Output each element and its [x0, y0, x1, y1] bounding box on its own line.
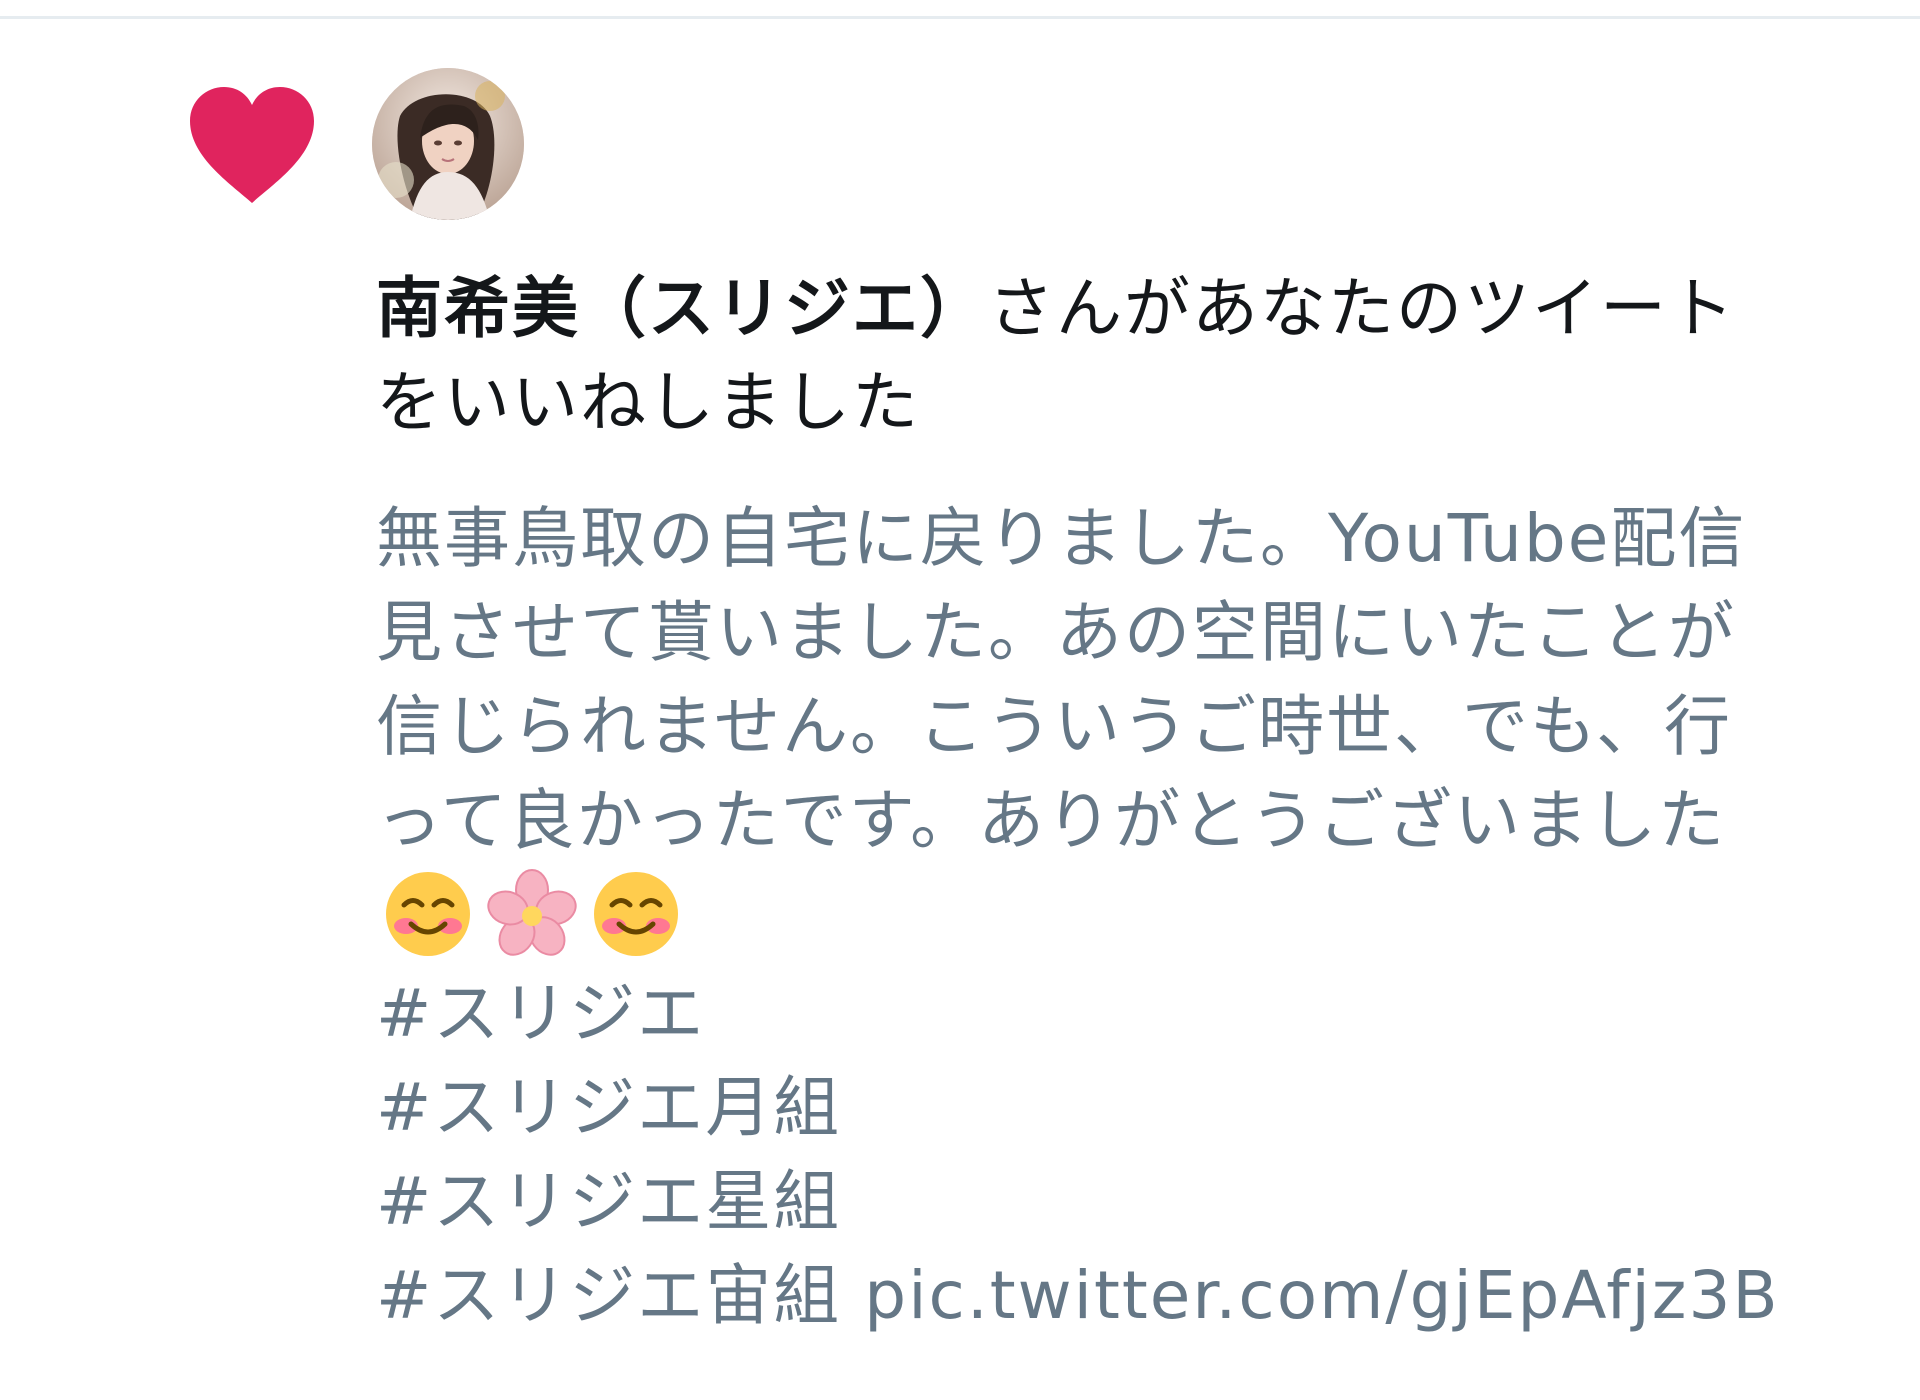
user-avatar[interactable]: [372, 68, 524, 220]
like-notification[interactable]: 南希美（スリジエ）さんがあなたのツイートをいいねしました 無事鳥取の自宅に戻りま…: [0, 0, 1920, 1400]
hashtag-suriji-star[interactable]: #スリジエ星組: [376, 1155, 1796, 1249]
hashtag-suriji-cosmos-line: #スリジエ宙組 pic.twitter.com/gjEpAfjz3B: [376, 1249, 1796, 1343]
cherry-blossom-icon: [487, 869, 577, 956]
user-name[interactable]: 南希美（スリジエ）: [376, 270, 988, 347]
heart-icon: [190, 87, 314, 203]
smiling-face-icon: [594, 872, 678, 956]
tweet-body: 無事鳥取の自宅に戻りました。YouTube配信見させて貰いました。あの空間にいた…: [376, 500, 1747, 859]
avatar-photo: [372, 68, 524, 220]
tweet-image-link[interactable]: pic.twitter.com/gjEpAfjz3B: [864, 1257, 1779, 1334]
notification-content: 南希美（スリジエ）さんがあなたのツイートをいいねしました 無事鳥取の自宅に戻りま…: [376, 262, 1796, 1343]
liked-tweet-text[interactable]: 無事鳥取の自宅に戻りました。YouTube配信見させて貰いました。あの空間にいた…: [376, 492, 1796, 1343]
hashtag-suriji-cosmos[interactable]: #スリジエ宙組: [376, 1257, 841, 1334]
notification-headline: 南希美（スリジエ）さんがあなたのツイートをいいねしました: [376, 262, 1796, 450]
hashtag-suriji-moon[interactable]: #スリジエ月組: [376, 1061, 1796, 1155]
hashtag-suriji[interactable]: #スリジエ: [376, 967, 1796, 1061]
smiling-face-icon: [386, 872, 470, 956]
